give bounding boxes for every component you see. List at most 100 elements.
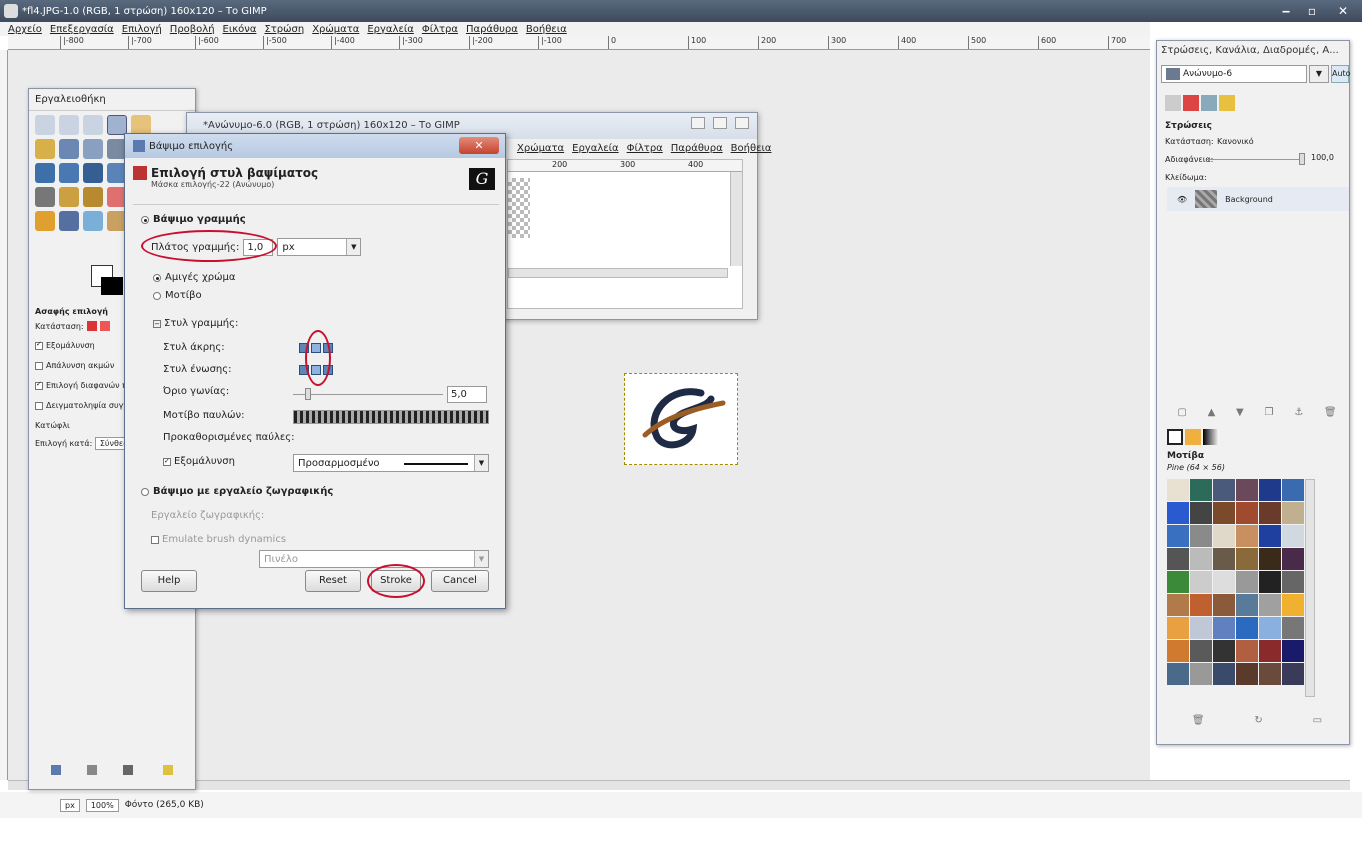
pattern-swatch[interactable] [1167,525,1189,547]
opacity-slider[interactable] [1207,159,1303,160]
crop-tool-icon[interactable] [59,163,79,183]
pattern-swatch[interactable] [1236,594,1258,616]
menu-view[interactable]: Προβολή [170,24,215,35]
pattern-swatch[interactable] [1259,640,1281,662]
pattern-swatch[interactable] [1236,571,1258,593]
paintbrush-tool-icon[interactable] [83,187,103,207]
channels-tab-icon[interactable] [1183,95,1199,111]
fuzzy-select-tool-icon[interactable] [107,115,127,135]
menu-tools[interactable]: Εργαλεία [572,143,618,154]
ellipse-select-tool-icon[interactable] [59,115,79,135]
paths-tab-icon[interactable] [1201,95,1217,111]
pattern-swatch[interactable] [1259,525,1281,547]
reset-button[interactable]: Reset [305,570,361,592]
foreground-color-swatch[interactable] [101,277,123,295]
lower-layer-icon[interactable]: ▼ [1236,407,1244,418]
stroke-line-radio[interactable] [141,215,149,224]
maximize-button[interactable]: ▫ [1300,2,1324,20]
paint-tool-stroke-radio[interactable] [141,487,149,496]
image-window-canvas[interactable]: 200 300 400 [507,159,743,309]
menu-windows[interactable]: Παράθυρα [671,143,723,154]
dash-pattern-editor[interactable] [293,410,489,424]
pattern-swatch[interactable] [1259,594,1281,616]
pattern-swatch[interactable] [1190,617,1212,639]
pattern-swatch[interactable] [1236,479,1258,501]
anchor-layer-icon[interactable]: ⚓ [1294,407,1303,418]
menu-windows[interactable]: Παράθυρα [466,24,518,35]
image-selection[interactable] [624,373,738,465]
pattern-swatch[interactable] [1167,594,1189,616]
menu-image[interactable]: Εικόνα [223,24,257,35]
paint-tool-select[interactable]: Πινέλο ▼ [259,550,489,568]
pattern-swatch[interactable] [1282,548,1304,570]
menu-colors[interactable]: Χρώματα [312,24,359,35]
pattern-swatch[interactable] [1236,617,1258,639]
miter-limit-input[interactable]: 5,0 [447,386,487,403]
image-window-vscroll[interactable] [730,172,742,266]
pattern-swatch[interactable] [1259,617,1281,639]
undo-tab-icon[interactable] [1219,95,1235,111]
pattern-swatch[interactable] [1282,663,1304,685]
menu-colors[interactable]: Χρώματα [517,143,564,154]
miter-limit-slider[interactable] [293,394,443,395]
close-button[interactable]: ✕ [1326,2,1360,20]
rotate-tool-icon[interactable] [83,163,103,183]
emulate-checkbox[interactable] [151,535,159,544]
zoom-tool-icon[interactable] [83,139,103,159]
pattern-swatch[interactable] [1259,502,1281,524]
gradients-tab-icon[interactable] [1203,429,1219,445]
pattern-swatch[interactable] [1282,502,1304,524]
cancel-button[interactable]: Cancel [431,570,489,592]
menu-layer[interactable]: Στρώση [264,24,304,35]
dialog-close-button[interactable]: ✕ [459,137,499,154]
zoom-select[interactable]: 100% [85,798,119,812]
pattern-swatch[interactable] [1236,640,1258,662]
checkbox[interactable] [35,361,43,370]
pattern-swatch[interactable] [1213,502,1235,524]
pattern-swatch[interactable] [1167,502,1189,524]
free-select-tool-icon[interactable] [83,115,103,135]
pattern-swatch[interactable] [1236,663,1258,685]
pattern-swatch[interactable] [1190,548,1212,570]
pattern-swatch[interactable] [1259,548,1281,570]
raise-layer-icon[interactable]: ▲ [1208,407,1216,418]
bucket-fill-tool-icon[interactable] [35,187,55,207]
pattern-swatch[interactable] [1282,640,1304,662]
patterns-tab-icon[interactable] [1185,429,1201,445]
menu-tools[interactable]: Εργαλεία [367,24,413,35]
pattern-swatch[interactable] [1190,663,1212,685]
pattern-swatch[interactable] [1282,479,1304,501]
pattern-swatch[interactable] [1213,571,1235,593]
delete-options-icon[interactable] [123,765,133,775]
color-select-tool-icon[interactable] [131,115,151,135]
help-button[interactable]: Help [141,570,197,592]
patterns-scrollbar[interactable] [1305,479,1315,697]
pattern-swatch[interactable] [1236,525,1258,547]
pattern-swatch[interactable] [1190,479,1212,501]
heal-tool-icon[interactable] [35,211,55,231]
duplicate-layer-icon[interactable]: ❐ [1264,407,1273,418]
pattern-swatch[interactable] [1213,617,1235,639]
restore-options-icon[interactable] [87,765,97,775]
layer-row[interactable]: 👁 Background [1167,187,1349,211]
solid-color-radio[interactable] [153,273,161,282]
pattern-swatch[interactable] [1282,525,1304,547]
scissors-tool-icon[interactable] [35,139,55,159]
refresh-patterns-icon[interactable]: ↻ [1254,715,1262,726]
pattern-swatch[interactable] [1282,617,1304,639]
clone-tool-icon[interactable] [59,211,79,231]
opacity-slider-handle[interactable] [1299,153,1305,165]
image-window-close-icon[interactable] [735,117,749,129]
menu-edit[interactable]: Επεξεργασία [50,24,114,35]
image-window-maximize-icon[interactable] [713,117,727,129]
pattern-swatch[interactable] [1167,548,1189,570]
pattern-swatch[interactable] [1190,640,1212,662]
brushes-tab-icon[interactable] [1167,429,1183,445]
horizontal-scrollbar[interactable] [8,780,1350,790]
pattern-swatch[interactable] [1167,479,1189,501]
checkbox[interactable] [35,381,43,390]
image-select[interactable]: Ανώνυμο-6 [1161,65,1307,83]
pattern-swatch[interactable] [1167,663,1189,685]
menu-select[interactable]: Επιλογή [122,24,162,35]
antialias-checkbox[interactable] [163,457,171,466]
